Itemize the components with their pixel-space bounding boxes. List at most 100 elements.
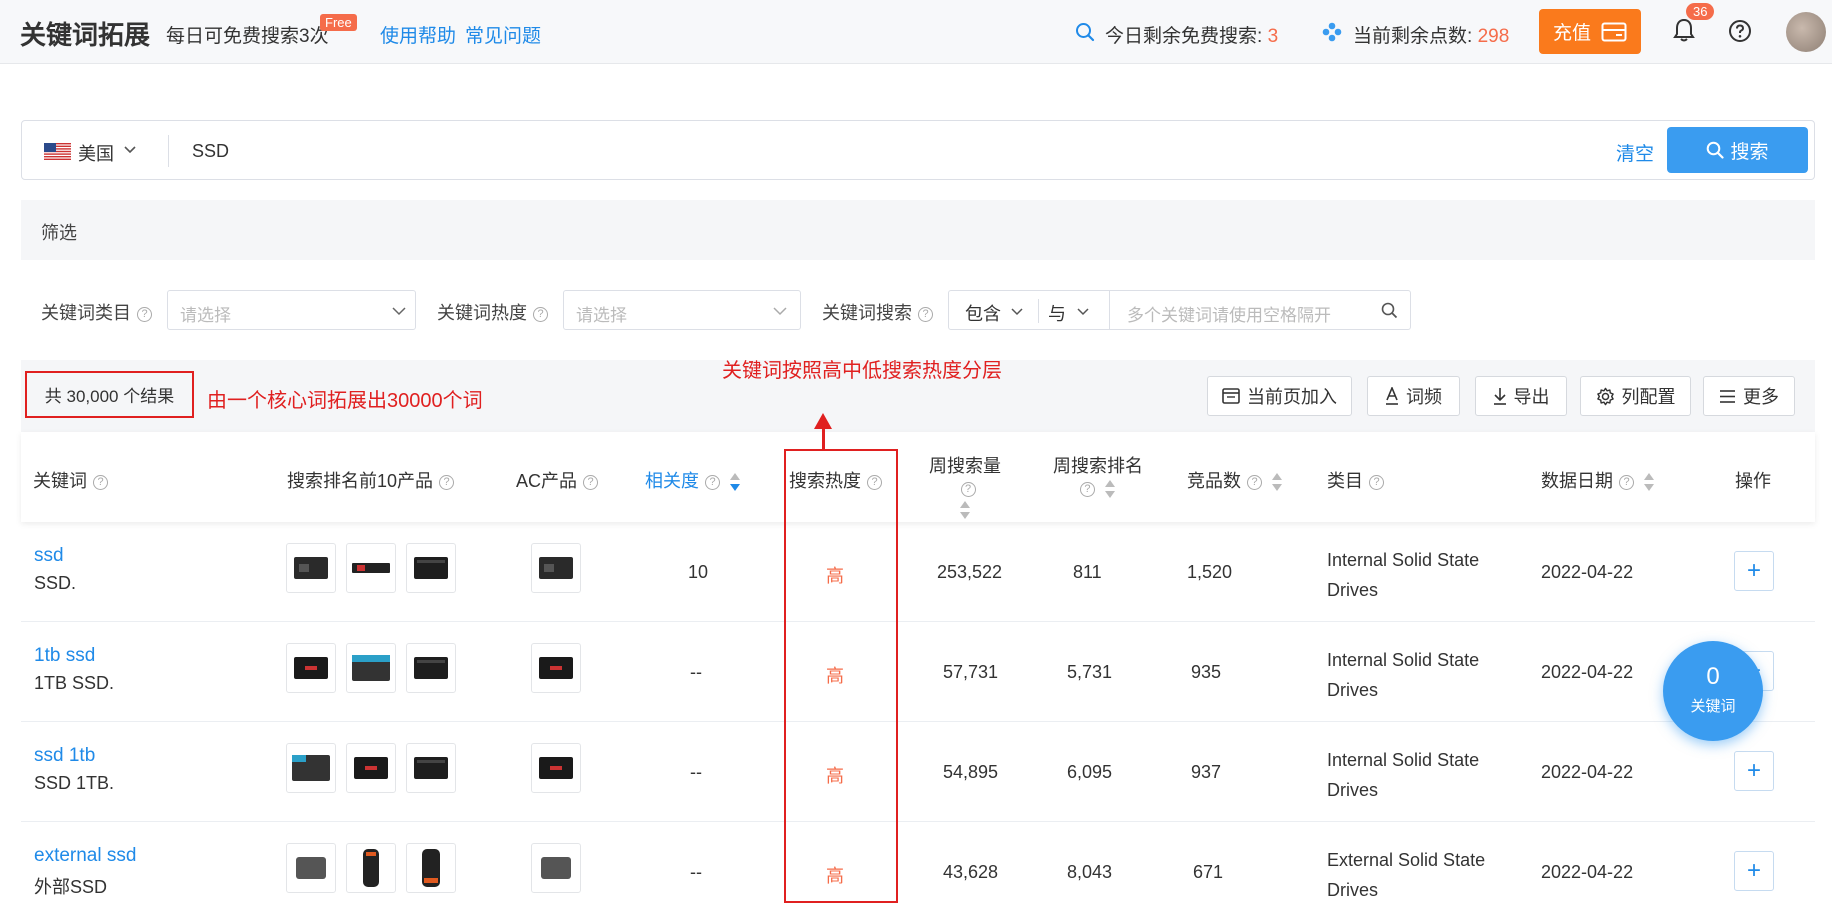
relevance-value: -- (690, 662, 702, 682)
product-thumbnail[interactable] (406, 843, 456, 893)
date-value: 2022-04-22 (1541, 562, 1634, 582)
product-thumbnail[interactable] (406, 643, 456, 693)
product-thumbnail[interactable] (346, 543, 396, 593)
question-icon[interactable]: ? (1619, 474, 1634, 490)
keyword-link[interactable]: ssd 1tb (34, 745, 114, 767)
keyword-basket-button[interactable]: 0 关键词 (1663, 641, 1763, 741)
app-title: 关键词拓展 (20, 20, 151, 50)
col-category: 类目? (1327, 467, 1384, 493)
search-input[interactable]: SSD (192, 141, 229, 162)
add-keyword-button[interactable]: + (1734, 551, 1774, 591)
weekly-volume-value: 54,895 (943, 762, 999, 782)
question-icon[interactable]: ? (1369, 474, 1384, 490)
points-remaining: 当前剩余点数: 298 (1353, 21, 1509, 48)
question-icon[interactable]: ? (1247, 474, 1262, 490)
ac-product-thumbnail[interactable] (531, 743, 581, 793)
top-header: 关键词拓展 每日可免费搜索3次 Free 使用帮助 常见问题 今日剩余免费搜索:… (0, 0, 1832, 64)
question-icon[interactable]: ? (533, 306, 548, 322)
sort-icon[interactable] (1643, 471, 1655, 493)
product-thumbnail[interactable] (346, 743, 396, 793)
question-icon[interactable]: ? (918, 306, 933, 322)
add-keyword-button[interactable]: + (1734, 851, 1774, 891)
word-frequency-button[interactable]: 词频 (1367, 376, 1460, 416)
category-select[interactable]: 请选择 (167, 290, 416, 330)
export-label: 导出 (1513, 387, 1550, 407)
product-thumbnail[interactable] (286, 743, 336, 793)
question-icon[interactable]: ? (583, 474, 599, 490)
faq-link[interactable]: 常见问题 (465, 21, 541, 48)
col-relevance[interactable]: 相关度? (645, 467, 741, 493)
keyword-cell: ssd 1tb SSD 1TB. (34, 745, 114, 794)
country-select[interactable]: 美国 (78, 140, 114, 166)
logic-mode-select[interactable]: 与 (1048, 300, 1066, 326)
col-ac-label: AC产品 (516, 471, 578, 491)
keyword-link[interactable]: 1tb ssd (34, 645, 114, 667)
help-link[interactable]: 使用帮助 (380, 21, 456, 48)
heat-select[interactable]: 请选择 (563, 290, 801, 330)
keyword-translation: SSD. (34, 573, 77, 593)
keyword-link[interactable]: external ssd (34, 845, 136, 867)
ssd-image-icon (363, 849, 379, 887)
chevron-down-icon[interactable] (124, 145, 136, 155)
product-thumbnail[interactable] (286, 543, 336, 593)
category-placeholder: 请选择 (180, 306, 231, 325)
col-competitors[interactable]: 竞品数? (1187, 467, 1283, 493)
export-button[interactable]: 导出 (1475, 376, 1567, 416)
col-weekly-volume[interactable]: 周搜索量? (920, 452, 1010, 526)
keyword-link[interactable]: ssd (34, 545, 76, 567)
chevron-down-icon[interactable] (1011, 307, 1023, 316)
sort-icon[interactable] (1271, 471, 1283, 493)
bell-icon[interactable] (1672, 17, 1696, 43)
question-icon[interactable]: ? (439, 474, 455, 490)
divider (168, 135, 169, 167)
sort-icon[interactable] (729, 471, 741, 493)
table-row: ssd SSD. 10 高 253,522 811 1,520 Internal… (21, 522, 1815, 622)
keyword-input[interactable]: 多个关键词请使用空格隔开 (1127, 301, 1331, 326)
category-value: Internal Solid State Drives (1327, 550, 1480, 600)
chevron-down-icon (773, 307, 787, 316)
col-weekly-rank[interactable]: 周搜索排名 ? (1053, 452, 1143, 500)
col-date[interactable]: 数据日期? (1541, 467, 1655, 493)
table-header: 关键词? 搜索排名前10产品? AC产品? 相关度? 搜索热度? 周搜索量? 周… (21, 432, 1815, 522)
more-button[interactable]: 更多 (1703, 376, 1795, 416)
product-thumbnail[interactable] (406, 743, 456, 793)
date-value: 2022-04-22 (1541, 662, 1634, 682)
sort-icon[interactable] (1104, 478, 1116, 500)
us-flag-icon (44, 143, 71, 160)
question-icon[interactable]: ? (137, 306, 152, 322)
column-config-button[interactable]: 列配置 (1580, 376, 1691, 416)
avatar[interactable] (1786, 12, 1826, 52)
question-icon[interactable]: ? (1079, 481, 1095, 497)
keyword-search-group: 包含 与 多个关键词请使用空格隔开 (948, 290, 1411, 330)
menu-icon (1720, 389, 1735, 403)
search-icon[interactable] (1381, 302, 1398, 319)
product-thumbnail[interactable] (346, 843, 396, 893)
search-button[interactable]: 搜索 (1667, 127, 1808, 173)
question-icon[interactable]: ? (93, 474, 108, 490)
chevron-down-icon[interactable] (1077, 307, 1089, 316)
weekly-volume-value: 253,522 (937, 562, 1003, 582)
heat-label-text: 关键词热度 (437, 303, 527, 323)
help-icon[interactable] (1728, 19, 1752, 43)
ac-product-thumbnail[interactable] (531, 643, 581, 693)
divider (1109, 291, 1110, 329)
ac-product-thumbnail[interactable] (531, 843, 581, 893)
clear-button[interactable]: 清空 (1616, 139, 1654, 166)
ac-product-thumbnail[interactable] (531, 543, 581, 593)
product-thumbnail[interactable] (406, 543, 456, 593)
add-current-page-button[interactable]: 当前页加入 (1207, 376, 1352, 416)
ssd-image-icon (352, 655, 390, 681)
question-icon[interactable]: ? (960, 481, 976, 497)
result-count: 共 30,000 个结果 (25, 371, 194, 418)
table-row: external ssd 外部SSD -- 高 43,628 8,043 671… (21, 822, 1815, 922)
recharge-button[interactable]: 充值 (1539, 9, 1641, 54)
free-search-tip: 每日可免费搜索3次 (166, 26, 329, 47)
sort-icon[interactable] (959, 499, 971, 521)
match-mode-select[interactable]: 包含 (965, 300, 1001, 326)
product-thumbnail[interactable] (346, 643, 396, 693)
question-icon[interactable]: ? (705, 474, 720, 490)
product-thumbnail[interactable] (286, 843, 336, 893)
add-keyword-button[interactable]: + (1734, 751, 1774, 791)
product-thumbnail[interactable] (286, 643, 336, 693)
ssd-image-icon (352, 563, 390, 573)
